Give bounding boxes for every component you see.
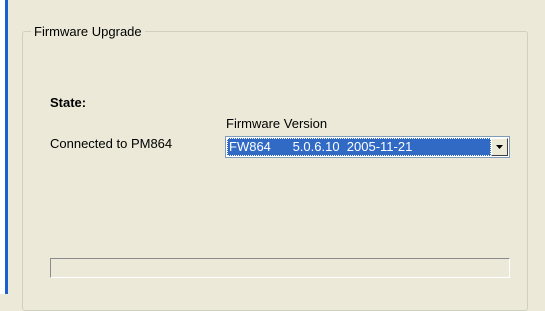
chevron-down-icon bbox=[496, 145, 503, 149]
upgrade-progress-bar bbox=[50, 258, 510, 278]
connection-status-text: Connected to PM864 bbox=[50, 136, 173, 151]
firmware-version-dropdown[interactable]: FW864 5.0.6.10 2005-11-21 bbox=[225, 136, 510, 158]
dropdown-arrow-button[interactable] bbox=[491, 138, 508, 156]
window-left-border bbox=[0, 0, 8, 294]
firmware-version-selected-value[interactable]: FW864 5.0.6.10 2005-11-21 bbox=[227, 138, 491, 156]
firmware-version-label: Firmware Version bbox=[226, 116, 328, 131]
state-label: State: bbox=[50, 95, 87, 110]
groupbox-title: Firmware Upgrade bbox=[31, 24, 145, 39]
